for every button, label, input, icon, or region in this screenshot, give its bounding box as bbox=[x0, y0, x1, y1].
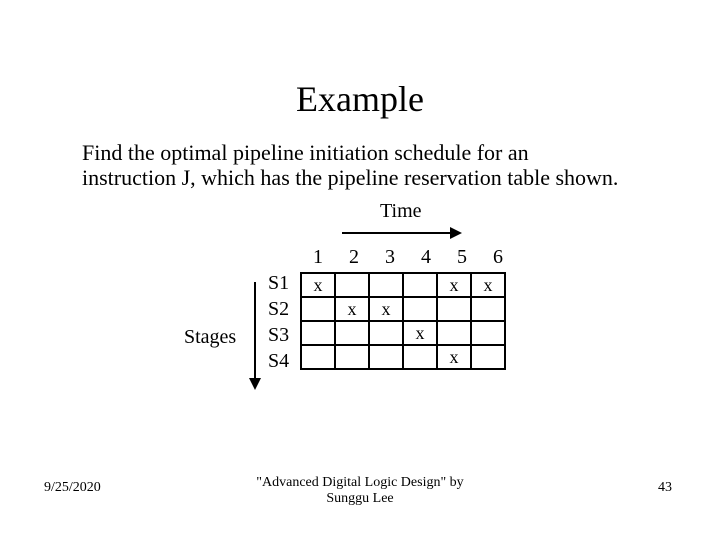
cell: x bbox=[335, 297, 369, 321]
cell bbox=[301, 345, 335, 369]
cell bbox=[369, 321, 403, 345]
cell: x bbox=[471, 273, 505, 297]
row-label-s2: S2 bbox=[268, 298, 298, 321]
cell: x bbox=[437, 273, 471, 297]
stages-axis-label: Stages bbox=[184, 326, 236, 349]
cell bbox=[403, 345, 437, 369]
cell: x bbox=[301, 273, 335, 297]
time-axis-label: Time bbox=[380, 200, 422, 223]
row-label-s4: S4 bbox=[268, 350, 298, 373]
slide-title: Example bbox=[0, 78, 720, 120]
cell: x bbox=[403, 321, 437, 345]
cell: x bbox=[437, 345, 471, 369]
cell bbox=[335, 345, 369, 369]
reservation-table: x x x x x x bbox=[300, 272, 506, 370]
body-line-2: instruction J, which has the pipeline re… bbox=[82, 165, 618, 190]
cell bbox=[369, 345, 403, 369]
cell bbox=[437, 297, 471, 321]
body-line-1: Find the optimal pipeline initiation sch… bbox=[82, 140, 529, 165]
table-row: x x x bbox=[301, 273, 505, 297]
col-header-2: 2 bbox=[336, 246, 372, 269]
cell: x bbox=[369, 297, 403, 321]
cell bbox=[471, 345, 505, 369]
col-header-1: 1 bbox=[300, 246, 336, 269]
cell bbox=[369, 273, 403, 297]
table-row: x bbox=[301, 345, 505, 369]
footer-attribution: "Advanced Digital Logic Design" by Sungg… bbox=[0, 475, 720, 506]
table-row: x x bbox=[301, 297, 505, 321]
col-header-3: 3 bbox=[372, 246, 408, 269]
stages-arrow-icon bbox=[250, 282, 260, 390]
footer-line-2: Sunggu Lee bbox=[326, 491, 393, 506]
cell bbox=[301, 321, 335, 345]
row-label-s1: S1 bbox=[268, 272, 298, 295]
col-header-6: 6 bbox=[480, 246, 516, 269]
cell bbox=[301, 297, 335, 321]
cell bbox=[403, 297, 437, 321]
cell bbox=[437, 321, 471, 345]
col-header-4: 4 bbox=[408, 246, 444, 269]
slide: Example Find the optimal pipeline initia… bbox=[0, 0, 720, 540]
time-arrow-icon bbox=[342, 228, 462, 238]
col-header-5: 5 bbox=[444, 246, 480, 269]
body-text: Find the optimal pipeline initiation sch… bbox=[82, 140, 662, 191]
cell bbox=[335, 321, 369, 345]
cell bbox=[403, 273, 437, 297]
slide-number: 43 bbox=[658, 480, 672, 496]
cell bbox=[335, 273, 369, 297]
reservation-diagram: Time Stages S1 S2 S3 S4 1 2 3 4 5 6 x x … bbox=[190, 200, 550, 420]
cell bbox=[471, 321, 505, 345]
footer-line-1: "Advanced Digital Logic Design" by bbox=[256, 475, 463, 490]
table-row: x bbox=[301, 321, 505, 345]
row-label-s3: S3 bbox=[268, 324, 298, 347]
cell bbox=[471, 297, 505, 321]
